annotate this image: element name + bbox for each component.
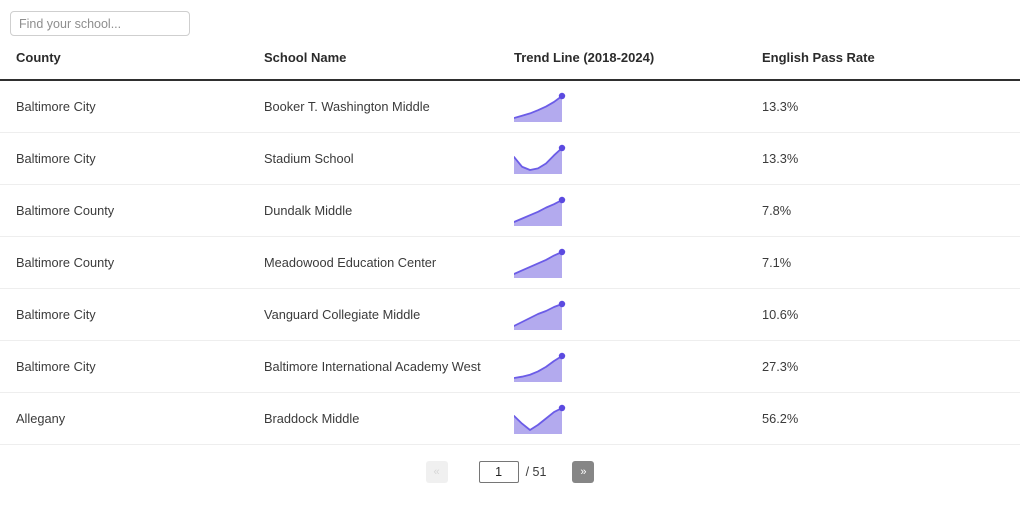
cell-english-pass-rate: 7.1% — [762, 236, 1020, 289]
sparkline-endpoint-dot — [558, 92, 566, 99]
cell-trend-sparkline — [514, 132, 762, 185]
cell-county: Baltimore City — [0, 80, 264, 133]
search-bar — [0, 0, 1020, 36]
school-trend-page: County School Name Trend Line (2018-2024… — [0, 0, 1020, 506]
sparkline-endpoint-dot — [558, 196, 566, 203]
cell-trend-sparkline — [514, 340, 762, 393]
table-header-row: County School Name Trend Line (2018-2024… — [0, 50, 1020, 81]
cell-trend-sparkline — [514, 392, 762, 445]
sparkline-area — [514, 95, 562, 122]
table-header: County School Name Trend Line (2018-2024… — [0, 50, 1020, 81]
column-header-english-pass-rate[interactable]: English Pass Rate — [762, 50, 1020, 81]
cell-english-pass-rate: 27.3% — [762, 340, 1020, 393]
cell-school-name: Booker T. Washington Middle — [264, 80, 514, 133]
cell-school-name: Vanguard Collegiate Middle — [264, 288, 514, 341]
previous-page-button[interactable]: « — [425, 461, 448, 483]
sparkline-endpoint-dot — [558, 352, 566, 359]
cell-county: Baltimore City — [0, 340, 264, 393]
cell-school-name: Meadowood Education Center — [264, 236, 514, 289]
cell-english-pass-rate: 10.6% — [762, 288, 1020, 341]
cell-school-name: Baltimore International Academy West — [264, 340, 514, 393]
cell-county: Baltimore County — [0, 184, 264, 237]
cell-trend-sparkline — [514, 184, 762, 237]
sparkline-endpoint-dot — [558, 144, 566, 151]
table-row[interactable]: Baltimore City Vanguard Collegiate Middle… — [0, 288, 1020, 341]
table-body: Baltimore City Booker T. Washington Middl… — [0, 80, 1020, 445]
cell-trend-sparkline — [514, 80, 762, 133]
table-row[interactable]: Baltimore City Baltimore International Ac… — [0, 340, 1020, 393]
cell-school-name: Stadium School — [264, 132, 514, 185]
pagination: « / 51 » — [0, 461, 1020, 483]
column-header-school-name[interactable]: School Name — [264, 50, 514, 81]
total-pages-label: / 51 — [525, 465, 547, 479]
cell-trend-sparkline — [514, 236, 762, 289]
cell-english-pass-rate: 13.3% — [762, 80, 1020, 133]
table-row[interactable]: Allegany Braddock Middle 56.2% — [0, 392, 1020, 445]
cell-county: Allegany — [0, 392, 264, 445]
next-page-button[interactable]: » — [572, 461, 595, 483]
sparkline-endpoint-dot — [558, 404, 566, 411]
column-header-county[interactable]: County — [0, 50, 264, 81]
table-row[interactable]: Baltimore County Dundalk Middle 7.8% — [0, 184, 1020, 237]
sparkline-area — [514, 147, 562, 174]
cell-trend-sparkline — [514, 288, 762, 341]
cell-county: Baltimore City — [0, 288, 264, 341]
table-row[interactable]: Baltimore City Stadium School 13.3% — [0, 132, 1020, 185]
sparkline-endpoint-dot — [558, 248, 566, 255]
cell-school-name: Braddock Middle — [264, 392, 514, 445]
cell-english-pass-rate: 13.3% — [762, 132, 1020, 185]
schools-table: County School Name Trend Line (2018-2024… — [0, 50, 1020, 445]
cell-english-pass-rate: 56.2% — [762, 392, 1020, 445]
table-row[interactable]: Baltimore City Booker T. Washington Middl… — [0, 80, 1020, 133]
sparkline-area — [514, 303, 562, 330]
column-header-trend-line[interactable]: Trend Line (2018-2024) — [514, 50, 762, 81]
search-input[interactable] — [10, 11, 190, 36]
sparkline-endpoint-dot — [558, 300, 566, 307]
cell-county: Baltimore County — [0, 236, 264, 289]
cell-county: Baltimore City — [0, 132, 264, 185]
cell-school-name: Dundalk Middle — [264, 184, 514, 237]
table-row[interactable]: Baltimore County Meadowood Education Cent… — [0, 236, 1020, 289]
cell-english-pass-rate: 7.8% — [762, 184, 1020, 237]
page-number-input[interactable] — [478, 461, 519, 483]
